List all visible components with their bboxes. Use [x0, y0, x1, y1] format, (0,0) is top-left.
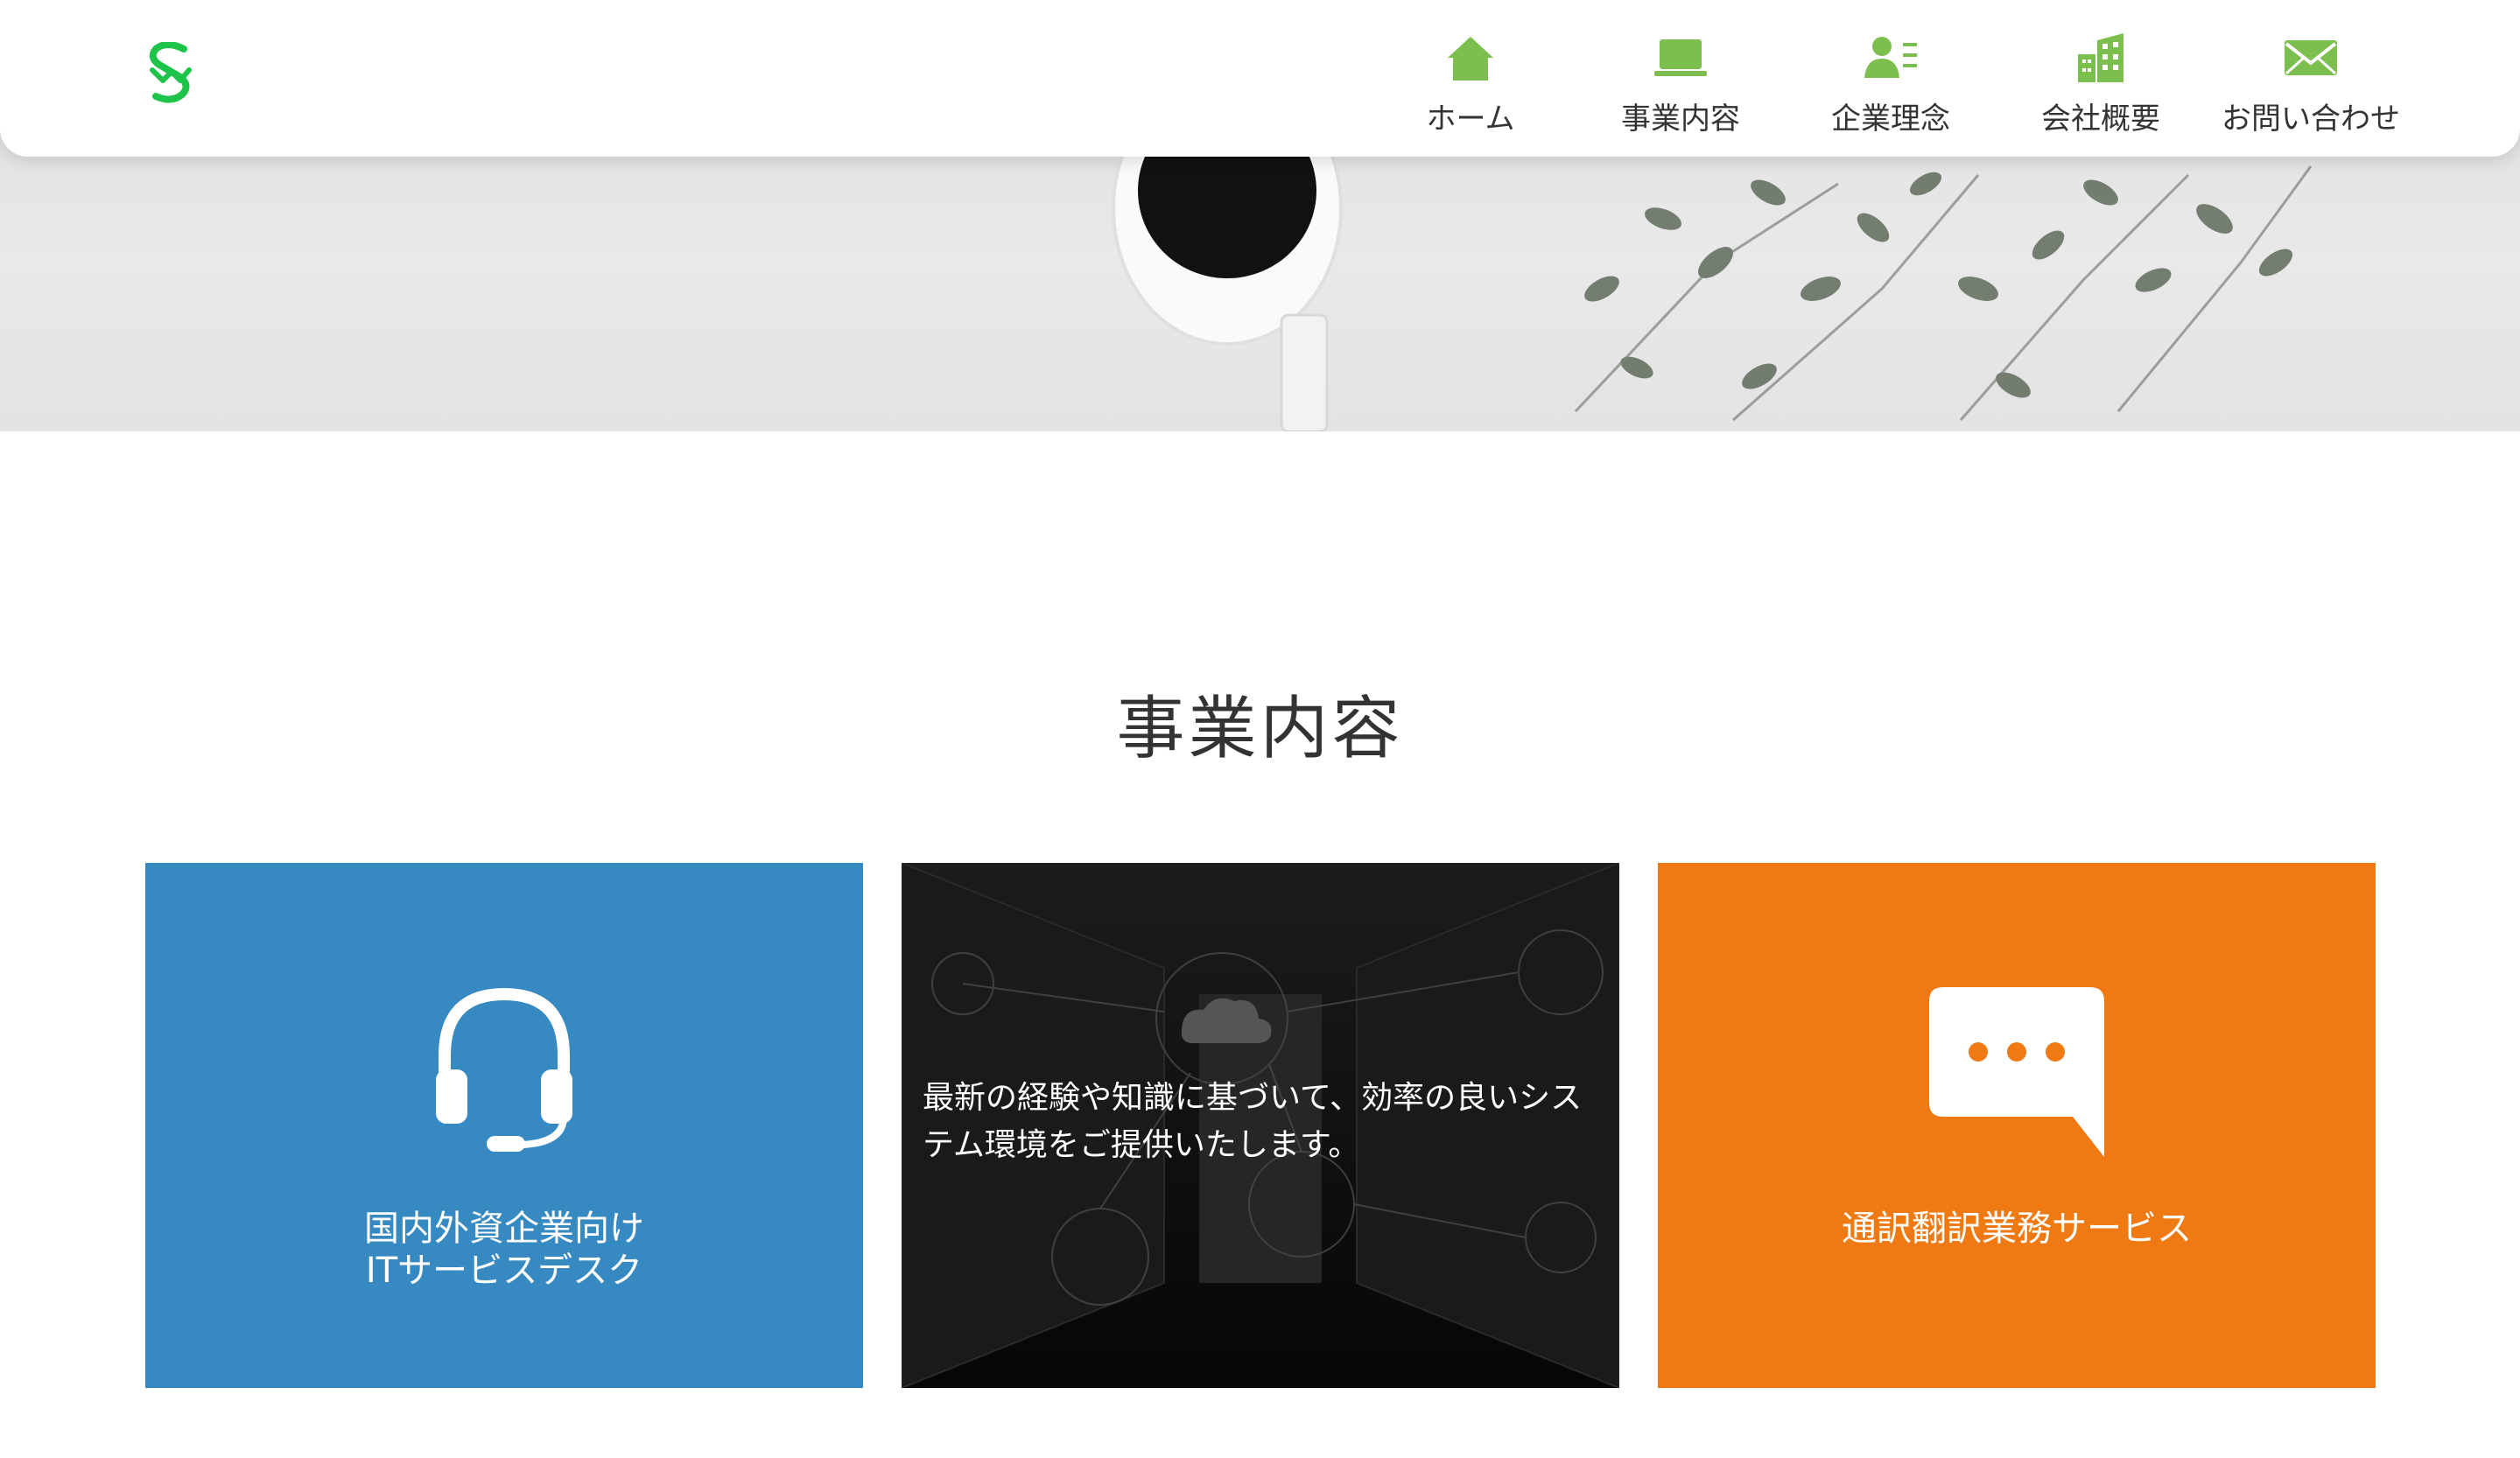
card-title-line2: ITサービスデスク: [365, 1251, 643, 1291]
home-icon: [1443, 32, 1499, 84]
nav-label: 企業理念: [1831, 102, 1950, 137]
nav-label: 会社概要: [2041, 102, 2160, 137]
sm-logo-icon[interactable]: [145, 41, 194, 105]
nav-item-business[interactable]: 事業内容: [1576, 0, 1786, 157]
laptop-icon: [1653, 32, 1709, 84]
section-title: 事業内容: [1116, 690, 1404, 768]
nav-item-home[interactable]: ホーム: [1365, 0, 1576, 157]
nav-item-philosophy[interactable]: 企業理念: [1786, 0, 1996, 157]
nav-label: 事業内容: [1621, 102, 1740, 137]
speech-bubble-icon: [1927, 985, 2106, 1160]
main-nav: ホーム 事業内容 企業理念 会社概要 お問い合わせ: [1365, 0, 2416, 157]
mail-icon: [2283, 32, 2339, 84]
nav-label: ホーム: [1426, 102, 1515, 137]
site-header: ホーム 事業内容 企業理念 会社概要 お問い合わせ: [0, 0, 2520, 157]
card-title: 通訳翻訳業務サービス: [1842, 1209, 2192, 1249]
nav-label: お問い合わせ: [2222, 102, 2400, 137]
profile-card-icon: [1863, 32, 1919, 84]
building-icon: [2073, 32, 2129, 84]
card-title-line1: 国内外資企業向け: [364, 1209, 644, 1249]
card-it-service-desk[interactable]: 国内外資企業向け ITサービスデスク: [145, 863, 863, 1388]
card-description: 最新の経験や知識に基づいて、効率の良いシステム環境をご提供いたします。: [923, 1080, 1583, 1163]
card-interpretation-translation[interactable]: 通訳翻訳業務サービス: [1658, 863, 2376, 1388]
nav-item-contact[interactable]: お問い合わせ: [2206, 0, 2416, 157]
headset-icon: [434, 985, 574, 1155]
nav-item-company[interactable]: 会社概要: [1996, 0, 2206, 157]
card-system-environment[interactable]: 最新の経験や知識に基づいて、効率の良いシステム環境をご提供いたします。: [902, 863, 1619, 1388]
